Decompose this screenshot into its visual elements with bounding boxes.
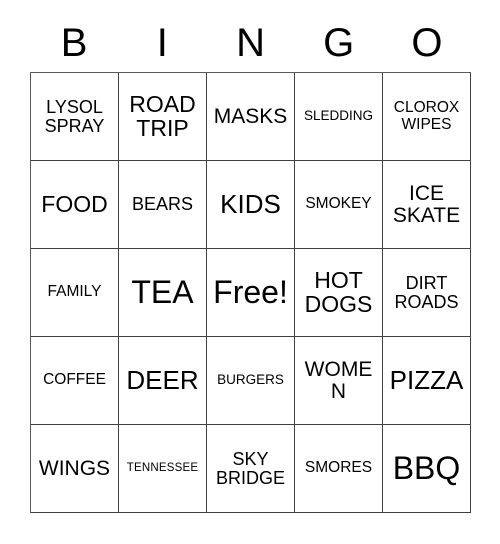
bingo-cell-r2c4[interactable]: SMOKEY bbox=[295, 161, 383, 249]
bingo-cell-r1c2[interactable]: ROAD TRIP bbox=[119, 73, 207, 161]
bingo-cell-r3c4[interactable]: HOT DOGS bbox=[295, 249, 383, 337]
bingo-cell-label: MASKS bbox=[213, 104, 288, 128]
bingo-cell-r4c2[interactable]: DEER bbox=[119, 337, 207, 425]
bingo-cell-label: SMOKEY bbox=[305, 195, 372, 213]
bingo-cell-label: LYSOL SPRAY bbox=[44, 96, 105, 136]
bingo-cell-r2c1[interactable]: FOOD bbox=[31, 161, 119, 249]
bingo-cell-r3c5[interactable]: DIRT ROADS bbox=[383, 249, 471, 337]
bingo-cell-r4c1[interactable]: COFFEE bbox=[31, 337, 119, 425]
bingo-cell-r4c5[interactable]: PIZZA bbox=[383, 337, 471, 425]
bingo-cell-label: WINGS bbox=[38, 456, 111, 480]
bingo-cell-r4c3[interactable]: BURGERS bbox=[207, 337, 295, 425]
bingo-cell-r1c3[interactable]: MASKS bbox=[207, 73, 295, 161]
bingo-cell-label: HOT DOGS bbox=[304, 266, 373, 317]
bingo-cell-label: WOMEN bbox=[304, 357, 373, 403]
bingo-free-space-label: Free! bbox=[213, 273, 288, 310]
bingo-cell-label: DEER bbox=[126, 364, 199, 395]
bingo-cell-label: ICE SKATE bbox=[392, 181, 461, 227]
bingo-cell-label: PIZZA bbox=[389, 364, 464, 395]
bingo-cell-label: ROAD TRIP bbox=[129, 90, 196, 141]
bingo-cell-label: FOOD bbox=[41, 190, 108, 217]
bingo-cell-r5c2[interactable]: TENNESSEE bbox=[119, 425, 207, 513]
bingo-header-letter-o: O bbox=[411, 21, 443, 65]
bingo-card: B I N G O LYSOL SPRAY ROAD TRIP MASKS SL… bbox=[0, 0, 500, 544]
bingo-cell-label: TEA bbox=[131, 273, 194, 310]
bingo-header-letter-n: N bbox=[236, 21, 265, 65]
bingo-header-row: B I N G O bbox=[30, 14, 471, 72]
bingo-cell-r1c1[interactable]: LYSOL SPRAY bbox=[31, 73, 119, 161]
bingo-header-letter-i: I bbox=[156, 21, 168, 65]
bingo-cell-r4c4[interactable]: WOMEN bbox=[295, 337, 383, 425]
bingo-cell-label: SKY BRIDGE bbox=[215, 448, 285, 488]
bingo-cell-label: CLOROX WIPES bbox=[393, 99, 460, 133]
bingo-cell-r2c5[interactable]: ICE SKATE bbox=[383, 161, 471, 249]
bingo-cell-r3c2[interactable]: TEA bbox=[119, 249, 207, 337]
bingo-cell-r1c5[interactable]: CLOROX WIPES bbox=[383, 73, 471, 161]
bingo-cell-r3c1[interactable]: FAMILY bbox=[31, 249, 119, 337]
bingo-cell-r5c4[interactable]: SMORES bbox=[295, 425, 383, 513]
bingo-cell-label: COFFEE bbox=[43, 371, 106, 389]
bingo-cell-r5c1[interactable]: WINGS bbox=[31, 425, 119, 513]
bingo-cell-r5c3[interactable]: SKY BRIDGE bbox=[207, 425, 295, 513]
bingo-cell-label: BEARS bbox=[131, 194, 194, 215]
bingo-cell-label: FAMILY bbox=[47, 283, 102, 301]
bingo-header-letter-g: G bbox=[323, 21, 355, 65]
bingo-cell-label: KIDS bbox=[220, 188, 281, 219]
bingo-cell-label: SMORES bbox=[304, 459, 373, 477]
bingo-grid: LYSOL SPRAY ROAD TRIP MASKS SLEDDING CLO… bbox=[30, 72, 471, 513]
bingo-cell-r1c4[interactable]: SLEDDING bbox=[295, 73, 383, 161]
bingo-cell-label: TENNESSEE bbox=[126, 461, 199, 474]
bingo-cell-label: DIRT ROADS bbox=[394, 272, 459, 312]
bingo-cell-label: SLEDDING bbox=[303, 108, 374, 124]
bingo-cell-label: BBQ bbox=[392, 449, 461, 486]
bingo-header-letter-b: B bbox=[60, 21, 88, 65]
bingo-cell-r2c2[interactable]: BEARS bbox=[119, 161, 207, 249]
bingo-cell-label: BURGERS bbox=[217, 372, 284, 388]
bingo-cell-free-space[interactable]: Free! bbox=[207, 249, 295, 337]
bingo-cell-r5c5[interactable]: BBQ bbox=[383, 425, 471, 513]
bingo-cell-r2c3[interactable]: KIDS bbox=[207, 161, 295, 249]
